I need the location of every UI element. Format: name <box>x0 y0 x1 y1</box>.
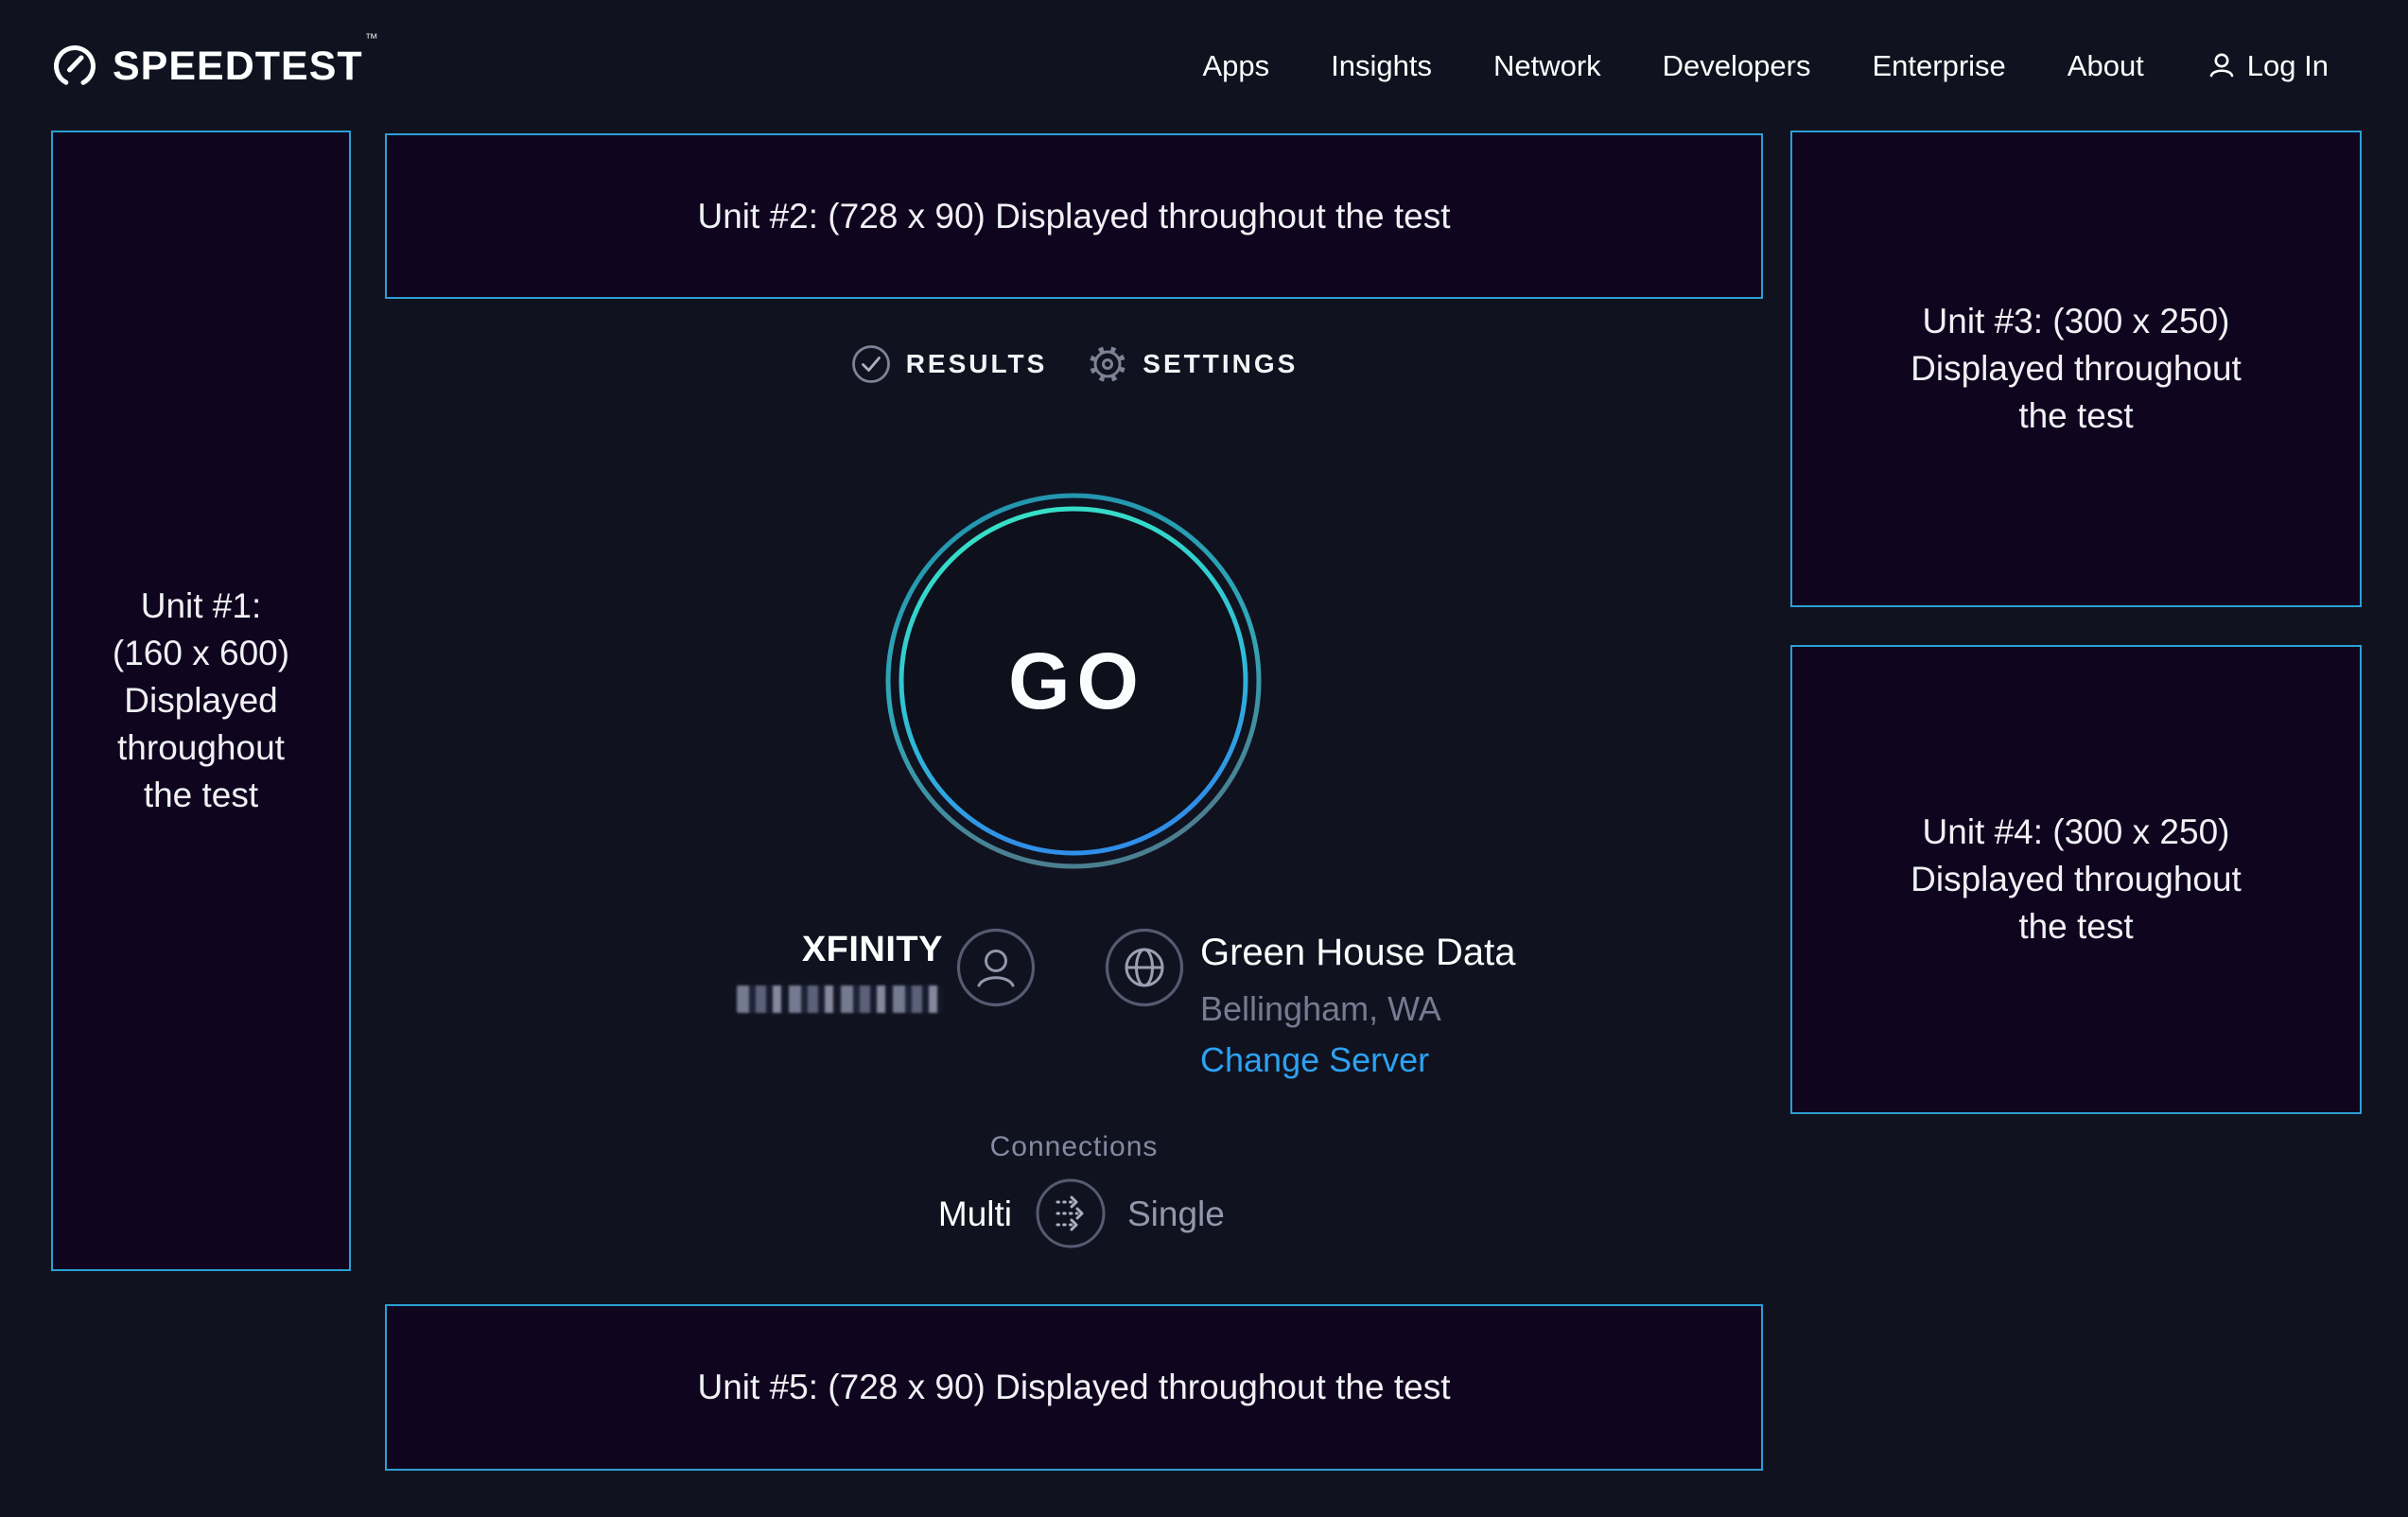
gauge-icon <box>52 44 97 89</box>
speedtest-page: SPEEDTEST™ Apps Insights Network Develop… <box>0 0 2408 1517</box>
nav-apps[interactable]: Apps <box>1202 49 1269 83</box>
check-circle-icon <box>850 343 892 385</box>
ad-unit-2: Unit #2: (728 x 90) Displayed throughout… <box>385 133 1763 299</box>
nav-insights[interactable]: Insights <box>1331 49 1432 83</box>
results-label: RESULTS <box>906 349 1048 379</box>
login-label: Log In <box>2247 49 2329 83</box>
speedtest-logo[interactable]: SPEEDTEST™ <box>52 44 376 90</box>
tab-settings[interactable]: SETTINGS <box>1087 343 1298 385</box>
nav-enterprise[interactable]: Enterprise <box>1872 49 2005 83</box>
ad-unit-4: Unit #4: (300 x 250) Displayed throughou… <box>1790 645 2362 1114</box>
connections-single-label[interactable]: Single <box>1127 1194 1225 1234</box>
ad-unit-3: Unit #3: (300 x 250) Displayed throughou… <box>1790 131 2362 607</box>
ad-unit-5: Unit #5: (728 x 90) Displayed throughout… <box>385 1304 1763 1471</box>
go-button[interactable]: GO <box>884 492 1263 870</box>
nav-links: Apps Insights Network Developers Enterpr… <box>1202 49 2329 83</box>
server-globe-icon <box>1105 928 1184 1007</box>
view-tabs: RESULTS SETTINGS <box>385 339 1763 390</box>
user-icon <box>2206 50 2238 82</box>
connections-multi-label[interactable]: Multi <box>938 1194 1012 1234</box>
ad-unit-4-text: Unit #4: (300 x 250) Displayed throughou… <box>1911 809 2242 950</box>
isp-user-icon <box>956 928 1036 1007</box>
top-nav-bar: SPEEDTEST™ Apps Insights Network Develop… <box>0 0 2408 132</box>
ad-unit-1: Unit #1: (160 x 600) Displayed throughou… <box>51 131 351 1271</box>
change-server-link[interactable]: Change Server <box>1200 1040 1429 1080</box>
gear-icon <box>1087 343 1128 385</box>
server-name[interactable]: Green House Data <box>1200 932 1516 974</box>
connections-toggle[interactable] <box>1036 1178 1106 1248</box>
tab-results[interactable]: RESULTS <box>850 343 1048 385</box>
ad-unit-3-text: Unit #3: (300 x 250) Displayed throughou… <box>1911 298 2242 440</box>
isp-ip-redacted <box>737 985 943 1013</box>
nav-network[interactable]: Network <box>1493 49 1601 83</box>
ad-unit-5-text: Unit #5: (728 x 90) Displayed throughout… <box>698 1364 1451 1411</box>
trademark-mark: ™ <box>365 30 378 45</box>
multi-connections-icon <box>1036 1178 1106 1248</box>
isp-name[interactable]: XFINITY <box>802 930 943 970</box>
ad-unit-1-text: Unit #1: (160 x 600) Displayed throughou… <box>113 583 289 819</box>
connections-title: Connections <box>385 1131 1763 1163</box>
settings-label: SETTINGS <box>1143 349 1298 379</box>
go-label: GO <box>884 492 1263 870</box>
logo-text: SPEEDTEST™ <box>113 44 376 90</box>
server-location: Bellingham, WA <box>1200 989 1441 1029</box>
ad-unit-2-text: Unit #2: (728 x 90) Displayed throughout… <box>698 193 1451 240</box>
nav-developers[interactable]: Developers <box>1663 49 1811 83</box>
nav-about[interactable]: About <box>2068 49 2144 83</box>
nav-login[interactable]: Log In <box>2206 49 2329 83</box>
